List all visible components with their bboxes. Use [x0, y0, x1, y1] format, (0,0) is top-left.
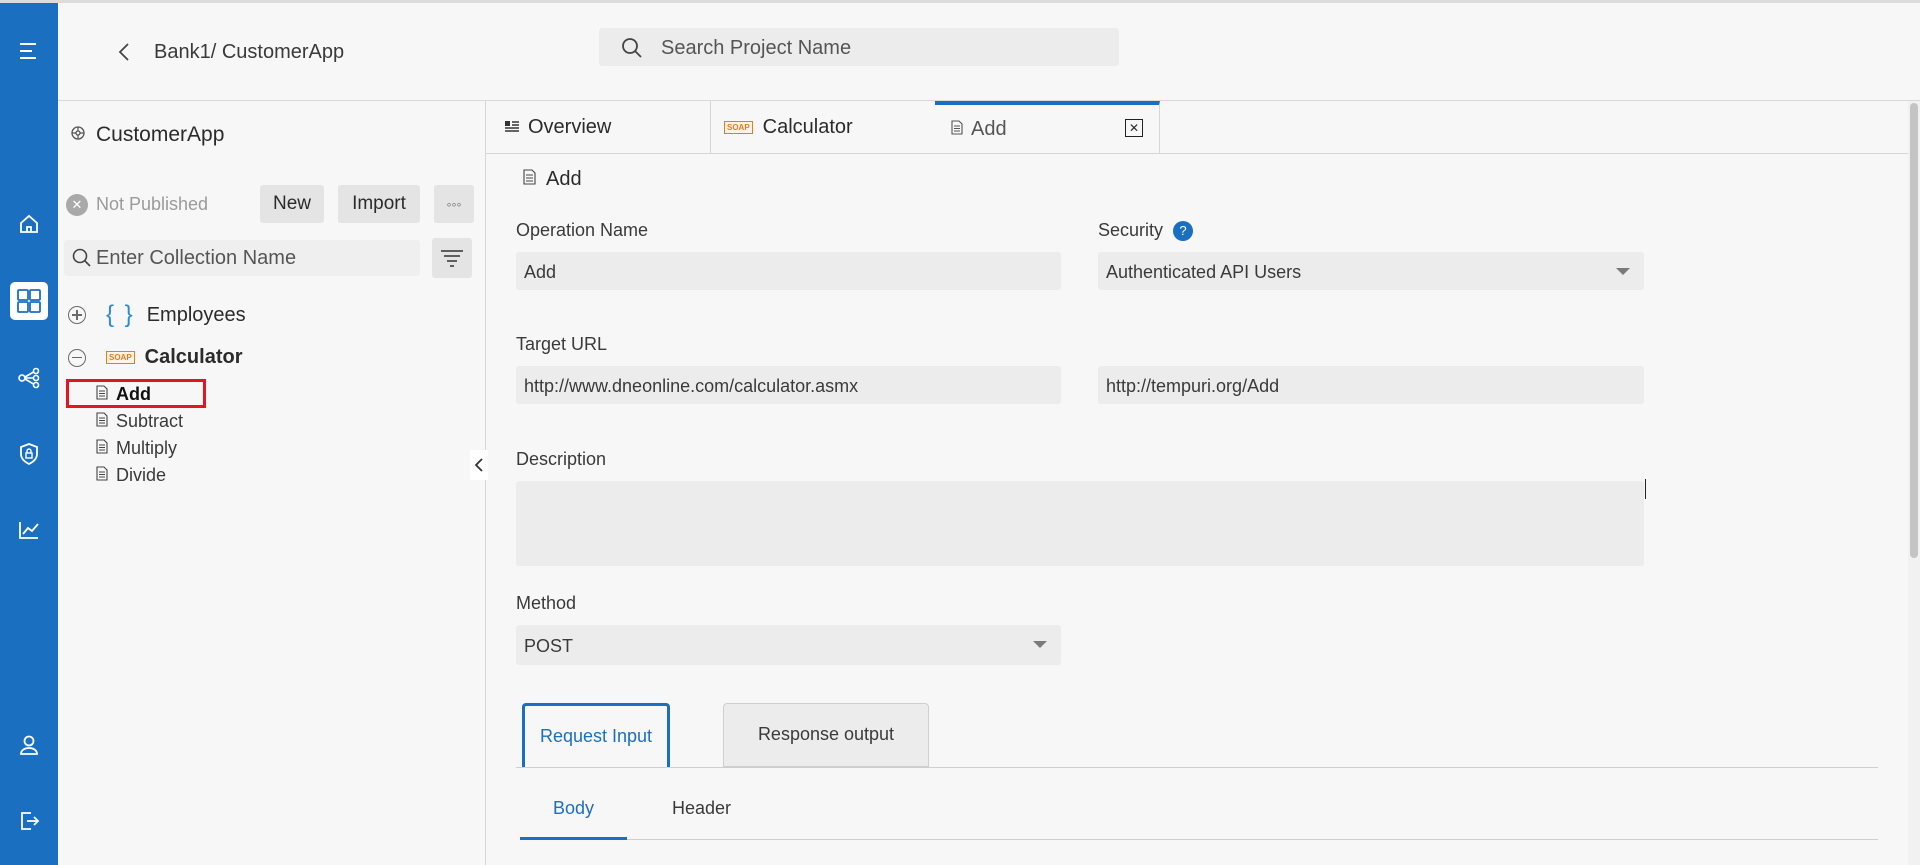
- operation-subtract[interactable]: Subtract: [96, 411, 183, 432]
- collapse-icon[interactable]: [68, 348, 86, 367]
- target-url-value: http://www.dneonline.com/calculator.asmx: [524, 376, 859, 396]
- document-icon: [523, 168, 536, 191]
- tab-overview[interactable]: Overview: [486, 101, 711, 153]
- soap-icon: SOAP: [106, 351, 135, 364]
- publish-status: Not Published: [96, 194, 209, 214]
- publish-row: ✕ Not Published New Import ◦◦◦: [66, 185, 476, 225]
- document-icon: [951, 118, 963, 141]
- search-placeholder: Search Project Name: [661, 37, 852, 59]
- tab-calculator[interactable]: SOAP Calculator: [710, 101, 936, 153]
- collapse-sidebar-button[interactable]: [470, 450, 488, 480]
- dropdown-caret-icon: [1616, 268, 1630, 275]
- more-options-button[interactable]: ◦◦◦: [434, 185, 474, 223]
- soap-action-value: http://tempuri.org/Add: [1106, 376, 1280, 396]
- security-select[interactable]: Authenticated API Users: [1098, 252, 1644, 290]
- operation-name-label: Operation Name: [516, 220, 649, 240]
- search-icon: [621, 37, 643, 64]
- selected-operation-highlight: [66, 379, 206, 408]
- analytics-icon[interactable]: [14, 515, 44, 545]
- dropdown-caret-icon: [1033, 641, 1047, 648]
- page-title: Add: [546, 168, 582, 190]
- collection-placeholder: Enter Collection Name: [96, 247, 297, 269]
- collection-calculator[interactable]: SOAP Calculator: [68, 346, 242, 369]
- menu-icon[interactable]: [14, 36, 44, 66]
- operation-label: Subtract: [116, 411, 184, 431]
- expand-icon[interactable]: [68, 306, 86, 324]
- search-icon: [72, 248, 92, 273]
- method-label: Method: [516, 593, 577, 613]
- breadcrumb[interactable]: Bank1/ CustomerApp: [154, 41, 344, 64]
- document-icon: [96, 465, 108, 486]
- description-textarea[interactable]: [516, 481, 1644, 566]
- security-label: Security?: [1098, 220, 1194, 242]
- operation-header: Add: [523, 168, 582, 191]
- soap-icon: SOAP: [724, 120, 753, 134]
- json-braces-icon: { }: [106, 301, 135, 328]
- document-icon: [96, 438, 108, 459]
- import-button[interactable]: Import: [338, 185, 420, 223]
- app-name: CustomerApp: [96, 123, 225, 146]
- filter-button[interactable]: [432, 238, 472, 278]
- text-cursor: [1645, 479, 1646, 499]
- left-nav-rail: [0, 3, 58, 865]
- not-published-icon: ✕: [66, 194, 88, 216]
- overview-icon: [504, 116, 520, 139]
- project-search-input[interactable]: Search Project Name: [599, 28, 1119, 66]
- home-icon[interactable]: [14, 209, 44, 239]
- method-value: POST: [524, 636, 574, 656]
- operation-divide[interactable]: Divide: [96, 465, 166, 486]
- operation-multiply[interactable]: Multiply: [96, 438, 177, 459]
- security-shield-icon[interactable]: [14, 439, 44, 469]
- subtab-active-indicator: [520, 837, 627, 840]
- operation-name-field[interactable]: Add: [516, 252, 1061, 290]
- tab-label: Overview: [528, 115, 612, 138]
- collection-search-input[interactable]: Enter Collection Name: [64, 240, 420, 276]
- target-url-field[interactable]: http://www.dneonline.com/calculator.asmx: [516, 366, 1061, 404]
- target-url-label: Target URL: [516, 334, 608, 354]
- collection-name: Employees: [146, 303, 246, 326]
- subtab-body[interactable]: Body: [553, 798, 594, 819]
- app-gear-icon: [70, 123, 86, 147]
- soap-action-field[interactable]: http://tempuri.org/Add: [1098, 366, 1644, 404]
- collection-employees[interactable]: { } Employees: [68, 301, 246, 329]
- document-icon: [96, 411, 108, 432]
- new-button[interactable]: New: [260, 185, 324, 223]
- tab-label: Calculator: [762, 115, 853, 138]
- tab-response-output[interactable]: Response output: [723, 703, 929, 767]
- integration-icon[interactable]: [14, 363, 44, 393]
- filter-icon: [441, 250, 463, 267]
- collection-name: Calculator: [144, 346, 243, 368]
- collections-sidebar: CustomerApp ✕ Not Published New Import ◦…: [58, 101, 486, 865]
- divider: [520, 839, 1878, 840]
- back-chevron-icon[interactable]: [118, 37, 134, 67]
- operation-name-value: Add: [524, 262, 557, 282]
- editor-tabs: Overview SOAP Calculator Add ✕: [486, 101, 1920, 154]
- operation-label: Divide: [116, 465, 167, 485]
- description-label: Description: [516, 449, 607, 469]
- help-icon[interactable]: ?: [1173, 221, 1194, 242]
- scrollbar-thumb[interactable]: [1910, 103, 1918, 558]
- tab-request-input[interactable]: Request Input: [522, 703, 670, 767]
- tab-add[interactable]: Add ✕: [935, 101, 1160, 153]
- operation-label: Multiply: [116, 438, 178, 458]
- projects-icon[interactable]: [10, 282, 48, 320]
- user-profile-icon[interactable]: [14, 730, 44, 760]
- top-header: Bank1/ CustomerApp Search Project Name: [58, 3, 1920, 101]
- main-scrollbar[interactable]: [1908, 101, 1920, 865]
- subtab-header[interactable]: Header: [672, 798, 731, 819]
- chevron-left-icon: [474, 458, 483, 472]
- divider: [516, 767, 1878, 768]
- tab-label: Add: [971, 117, 1007, 140]
- app-title-row: CustomerApp: [70, 123, 224, 147]
- method-select[interactable]: POST: [516, 625, 1061, 665]
- close-tab-icon[interactable]: ✕: [1125, 119, 1143, 137]
- security-value: Authenticated API Users: [1106, 262, 1302, 282]
- logout-icon[interactable]: [14, 806, 44, 836]
